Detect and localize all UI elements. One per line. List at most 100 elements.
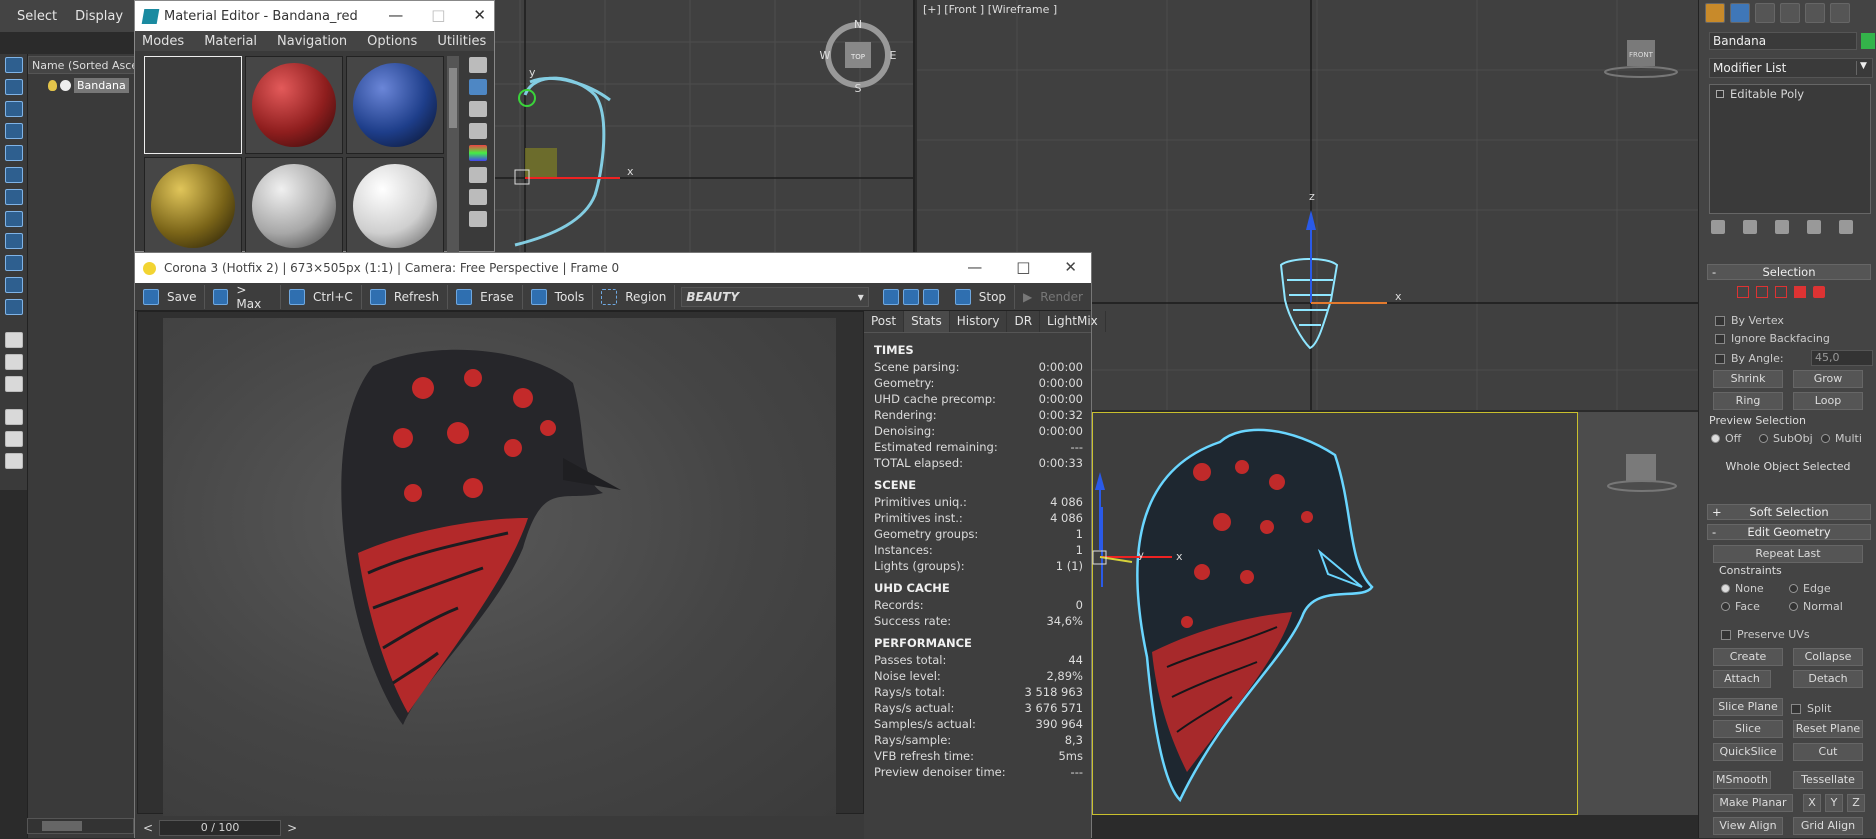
close-icon[interactable]: ✕ [1064, 258, 1077, 276]
prev-pass-button[interactable]: < [143, 821, 153, 835]
display-bones-icon[interactable] [5, 299, 23, 315]
split-checkbox[interactable]: Split [1791, 702, 1831, 715]
front-viewport-label[interactable]: [+] [Front ] [Wireframe ] [923, 3, 1057, 16]
modifier-list-dropdown[interactable]: Modifier List ▼ [1709, 58, 1873, 78]
modifier-stack[interactable]: Editable Poly [1709, 84, 1871, 214]
save-button[interactable]: Save [135, 284, 206, 309]
display-none-icon[interactable] [5, 79, 23, 95]
front-viewcube[interactable]: FRONT [1604, 40, 1678, 78]
planar-x-button[interactable]: X [1803, 794, 1821, 812]
grid-align-button[interactable]: Grid Align [1793, 817, 1863, 835]
slice-plane-button[interactable]: Slice Plane [1713, 698, 1783, 716]
close-icon[interactable]: ✕ [473, 6, 486, 24]
stop-button[interactable]: Stop [947, 284, 1016, 309]
display-spacewarps-icon[interactable] [5, 233, 23, 249]
page-icon[interactable] [5, 332, 23, 348]
display-tab-icon[interactable] [1805, 3, 1825, 23]
menu-select[interactable]: Select [17, 9, 57, 24]
to-max-button[interactable]: > Max [205, 283, 282, 311]
menu-options[interactable]: Options [367, 34, 417, 49]
slot-scrollbar[interactable] [447, 56, 459, 253]
ring-button[interactable]: Ring [1713, 392, 1783, 410]
render-canvas[interactable] [163, 318, 836, 816]
edge-icon[interactable] [1756, 286, 1768, 298]
grow-button[interactable]: Grow [1793, 370, 1863, 388]
refresh-button[interactable]: Refresh [362, 284, 449, 309]
display-geometry-icon[interactable] [5, 123, 23, 139]
backlight-icon[interactable] [469, 79, 487, 95]
list-icon[interactable] [5, 376, 23, 392]
viewcube-compass[interactable]: TOP N S E W [820, 18, 897, 95]
hierarchy-icon[interactable] [5, 453, 23, 469]
zoom-out-icon[interactable] [902, 288, 919, 305]
show-end-result-icon[interactable] [1743, 220, 1757, 234]
display-cameras-icon[interactable] [5, 189, 23, 205]
object-name-field[interactable]: Bandana [1709, 32, 1857, 50]
soft-selection-rollout-header[interactable]: + Soft Selection [1707, 504, 1871, 520]
material-editor-titlebar[interactable]: Material Editor - Bandana_red — □ ✕ [135, 1, 494, 31]
next-pass-button[interactable]: > [287, 821, 297, 835]
preview-off-radio[interactable]: Off [1711, 432, 1741, 445]
constraint-none-radio[interactable]: None [1721, 582, 1764, 595]
attach-button[interactable]: Attach [1713, 670, 1771, 688]
border-icon[interactable] [1775, 286, 1787, 298]
ignore-backfacing-checkbox[interactable]: Ignore Backfacing [1715, 332, 1830, 345]
material-slot-plain-white[interactable] [346, 157, 444, 255]
constraint-edge-radio[interactable]: Edge [1789, 582, 1831, 595]
modify-tab-icon[interactable] [1730, 3, 1750, 23]
create-tab-icon[interactable] [1705, 3, 1725, 23]
stack-item-editable-poly[interactable]: Editable Poly [1716, 87, 1804, 101]
create-button[interactable]: Create [1713, 648, 1783, 666]
hierarchy-tab-icon[interactable] [1755, 3, 1775, 23]
region-button[interactable]: Region [593, 284, 676, 309]
constraint-face-radio[interactable]: Face [1721, 600, 1760, 613]
menu-modes[interactable]: Modes [142, 34, 184, 49]
channel-select[interactable]: BEAUTY ▾ [681, 286, 869, 307]
bandana-model-persp[interactable] [1136, 428, 1374, 803]
scene-item-bandana[interactable]: Bandana [48, 77, 129, 93]
persp-viewcube[interactable] [1607, 454, 1677, 492]
copy-button[interactable]: Ctrl+C [281, 284, 362, 309]
material-slot-bandana-yellow[interactable] [144, 157, 242, 255]
options-icon[interactable] [469, 189, 487, 205]
planar-z-button[interactable]: Z [1847, 794, 1865, 812]
angle-spinner[interactable]: 45,0 [1811, 350, 1873, 366]
zoom-fit-icon[interactable] [922, 288, 939, 305]
minimize-icon[interactable]: — [967, 258, 982, 276]
shrink-button[interactable]: Shrink [1713, 370, 1783, 388]
view-align-button[interactable]: View Align [1713, 817, 1783, 835]
element-icon[interactable] [1813, 286, 1825, 298]
vertex-icon[interactable] [1737, 286, 1749, 298]
background-icon[interactable] [469, 101, 487, 117]
reset-plane-button[interactable]: Reset Plane [1793, 720, 1863, 738]
polygon-icon[interactable] [1794, 286, 1806, 298]
maximize-icon[interactable]: □ [431, 6, 445, 24]
by-angle-checkbox[interactable]: By Angle: [1715, 352, 1784, 365]
display-all-icon[interactable] [5, 101, 23, 117]
maximize-icon[interactable]: □ [1016, 258, 1030, 276]
select-by-material-icon[interactable] [469, 211, 487, 227]
material-slot-empty[interactable] [144, 56, 242, 154]
display-helpers-icon[interactable] [5, 211, 23, 227]
material-slot-bandana-white[interactable] [245, 157, 343, 255]
quickslice-button[interactable]: QuickSlice [1713, 743, 1783, 761]
menu-material[interactable]: Material [204, 34, 257, 49]
video-color-check-icon[interactable] [469, 145, 487, 161]
tab-lightmix[interactable]: LightMix [1040, 311, 1106, 332]
make-preview-icon[interactable] [469, 167, 487, 183]
configure-modifier-sets-icon[interactable] [1839, 220, 1853, 234]
zoom-in-icon[interactable] [882, 288, 899, 305]
viewport-perspective[interactable]: x y [1092, 412, 1698, 815]
menu-navigation[interactable]: Navigation [277, 34, 347, 49]
repeat-last-button[interactable]: Repeat Last [1713, 545, 1863, 563]
preserve-uvs-checkbox[interactable]: Preserve UVs [1721, 628, 1810, 641]
tab-stats[interactable]: Stats [904, 311, 950, 332]
material-slot-bandana-red[interactable] [245, 56, 343, 154]
display-shapes-icon[interactable] [5, 145, 23, 161]
utilities-tab-icon[interactable] [1830, 3, 1850, 23]
tab-history[interactable]: History [950, 311, 1008, 332]
slice-button[interactable]: Slice [1713, 720, 1783, 738]
vfb-titlebar[interactable]: Corona 3 (Hotfix 2) | 673×505px (1:1) | … [135, 253, 1091, 283]
material-slot-bandana-blue[interactable] [346, 56, 444, 154]
document-icon[interactable] [5, 354, 23, 370]
